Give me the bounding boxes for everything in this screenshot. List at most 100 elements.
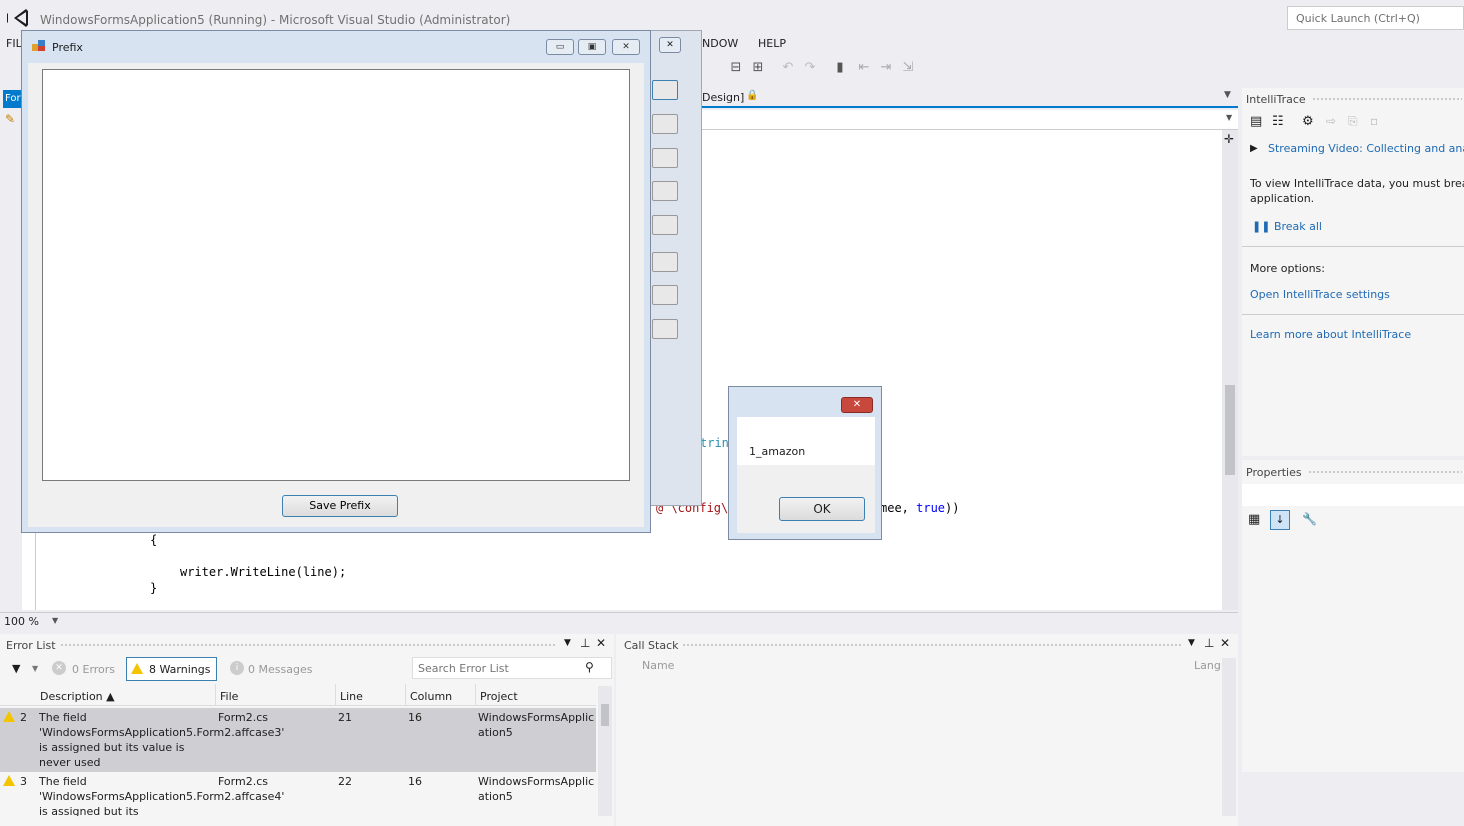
column-name[interactable]: Name — [642, 659, 674, 672]
column-column[interactable]: Column — [406, 684, 476, 706]
warning-icon — [131, 663, 143, 674]
quick-launch-input[interactable]: Quick Launch (Ctrl+Q) — [1287, 6, 1464, 30]
close-icon[interactable]: ✕ — [596, 636, 606, 650]
format-icon[interactable]: ⊞ — [750, 60, 766, 76]
chevron-down-icon[interactable]: ▼ — [1224, 90, 1231, 100]
menu-window[interactable]: NDOW — [702, 37, 738, 50]
ok-button[interactable]: OK — [779, 497, 865, 521]
column-description-label[interactable]: Description — [40, 690, 103, 703]
prefix-window: Prefix ▭ ▣ ✕ Save Prefix — [21, 30, 651, 533]
properties-title: Properties — [1246, 466, 1302, 479]
properties-panel: Properties ▦ ↓ 🔧 — [1242, 460, 1464, 772]
gear-icon[interactable]: ⚙ — [1302, 114, 1314, 129]
chevron-down-icon[interactable]: ▼ — [1226, 113, 1232, 122]
intellitrace-info-2: application. — [1250, 192, 1315, 205]
redo-icon[interactable]: ↷ — [802, 60, 818, 76]
column-project[interactable]: Project — [476, 684, 596, 706]
search-icon[interactable]: ⚲ — [585, 660, 594, 674]
close-icon[interactable]: ✕ — [659, 37, 681, 53]
warnings-filter-button[interactable]: 8 Warnings — [126, 657, 217, 681]
form-side-button[interactable] — [652, 80, 678, 100]
form-side-button[interactable] — [652, 148, 678, 168]
next-bookmark-icon[interactable]: ⇥ — [878, 60, 894, 76]
bookmark-icon[interactable]: ▮ — [832, 60, 848, 76]
prefix-title-bar[interactable]: Prefix ▭ ▣ ✕ — [22, 31, 650, 61]
table-row[interactable]: 2 The field 'WindowsFormsApplication5.Fo… — [0, 708, 596, 772]
categorized-icon[interactable]: ▦ — [1248, 512, 1260, 527]
toolbox-icon[interactable]: ✎ — [5, 112, 15, 126]
undo-icon[interactable]: ↶ — [780, 60, 796, 76]
row-number: 2 — [20, 711, 27, 724]
zoom-level[interactable]: 100 % — [4, 615, 39, 628]
menu-file[interactable]: FIL — [6, 37, 22, 50]
warning-icon — [3, 775, 15, 786]
wrench-icon[interactable]: 🔧 — [1302, 512, 1317, 526]
save-icon[interactable]: ▫ — [1370, 114, 1378, 128]
editor-scroll-thumb[interactable] — [1225, 385, 1235, 475]
close-icon[interactable]: ✕ — [1220, 636, 1230, 650]
tab-form-design[interactable]: Design] — [702, 91, 744, 104]
streaming-video-link[interactable]: Streaming Video: Collecting and anal — [1268, 142, 1464, 155]
alphabetical-icon[interactable]: ↓ — [1270, 510, 1290, 530]
search-error-list-input[interactable]: Search Error List ⚲ — [412, 657, 612, 679]
call-stack-scrollbar[interactable] — [1222, 658, 1236, 816]
call-stack-panel: Call Stack ▼ ⊥ ✕ Name Lang — [616, 634, 1238, 826]
form-side-button[interactable] — [652, 252, 678, 272]
warnings-filter-label: 8 Warnings — [149, 663, 211, 676]
column-file[interactable]: File — [216, 684, 336, 706]
chevron-down-icon[interactable]: ▼ — [52, 616, 58, 625]
events-view-icon[interactable]: ▤ — [1250, 114, 1262, 129]
forward-icon[interactable]: ⇨ — [1326, 114, 1336, 128]
code-write-call: writer.WriteLine(line); — [180, 565, 347, 579]
title-grip — [682, 643, 1182, 647]
chevron-down-icon[interactable]: ▼ — [1188, 638, 1195, 648]
filter-icon[interactable]: ▼ — [12, 662, 20, 675]
vs-title-bar: WindowsFormsApplication5 (Running) - Mic… — [0, 0, 1464, 34]
close-icon[interactable]: ✕ — [612, 39, 640, 55]
calls-view-icon[interactable]: ☷ — [1272, 114, 1284, 129]
menu-help[interactable]: HELP — [758, 37, 786, 50]
learn-more-link[interactable]: Learn more about IntelliTrace — [1250, 328, 1411, 341]
save-prefix-button[interactable]: Save Prefix — [282, 495, 398, 517]
errors-filter-label[interactable]: 0 Errors — [72, 663, 115, 676]
intellitrace-panel: IntelliTrace ▤ ☷ ⚙ ⇨ ⎘ ▫ ▶ Streaming Vid… — [1242, 88, 1464, 456]
table-row[interactable]: 3 The field 'WindowsFormsApplication5.Fo… — [0, 772, 596, 816]
row-project: WindowsFormsApplication5 — [478, 775, 595, 803]
clear-bookmarks-icon[interactable]: ⇲ — [900, 60, 916, 76]
chevron-down-icon[interactable]: ▼ — [32, 664, 38, 673]
error-list-scroll-thumb[interactable] — [601, 704, 609, 726]
row-column: 16 — [408, 775, 422, 788]
column-description: Description ▲ — [36, 684, 216, 706]
editor-navigation-bar[interactable]: ▼ — [700, 110, 1238, 130]
left-tab-form[interactable]: For — [3, 90, 21, 108]
object-selector[interactable] — [1242, 484, 1464, 506]
align-icon[interactable]: ⊟ — [728, 60, 744, 76]
open-log-icon[interactable]: ⎘ — [1348, 114, 1358, 129]
editor-vertical-scrollbar[interactable]: ✛ — [1222, 130, 1238, 610]
prev-bookmark-icon[interactable]: ⇤ — [856, 60, 872, 76]
column-language[interactable]: Lang — [1194, 659, 1221, 672]
minimize-icon[interactable]: ▭ — [546, 39, 574, 55]
close-icon[interactable]: ✕ — [841, 397, 873, 413]
form-side-button[interactable] — [652, 319, 678, 339]
maximize-icon[interactable]: ▣ — [578, 39, 606, 55]
form-side-button[interactable] — [652, 285, 678, 305]
row-file: Form2.cs — [218, 711, 268, 724]
form-side-button[interactable] — [652, 215, 678, 235]
title-grip — [60, 643, 556, 647]
split-icon[interactable]: ✛ — [1224, 132, 1234, 146]
messages-filter-label[interactable]: 0 Messages — [248, 663, 312, 676]
open-settings-link[interactable]: Open IntelliTrace settings — [1250, 288, 1390, 301]
pin-icon[interactable]: ⊥ — [580, 636, 590, 650]
break-all-label[interactable]: Break all — [1274, 220, 1322, 233]
pin-icon[interactable]: ⊥ — [1204, 636, 1214, 650]
form-side-button[interactable] — [652, 181, 678, 201]
chevron-down-icon[interactable]: ▼ — [564, 638, 571, 648]
visual-studio-logo-icon — [7, 9, 28, 27]
error-list-scrollbar[interactable] — [598, 686, 612, 816]
code-fragment-string: trin — [700, 436, 729, 450]
prefix-textbox[interactable] — [42, 69, 630, 481]
column-line[interactable]: Line — [336, 684, 406, 706]
form-side-button[interactable] — [652, 114, 678, 134]
separator — [1242, 314, 1464, 315]
